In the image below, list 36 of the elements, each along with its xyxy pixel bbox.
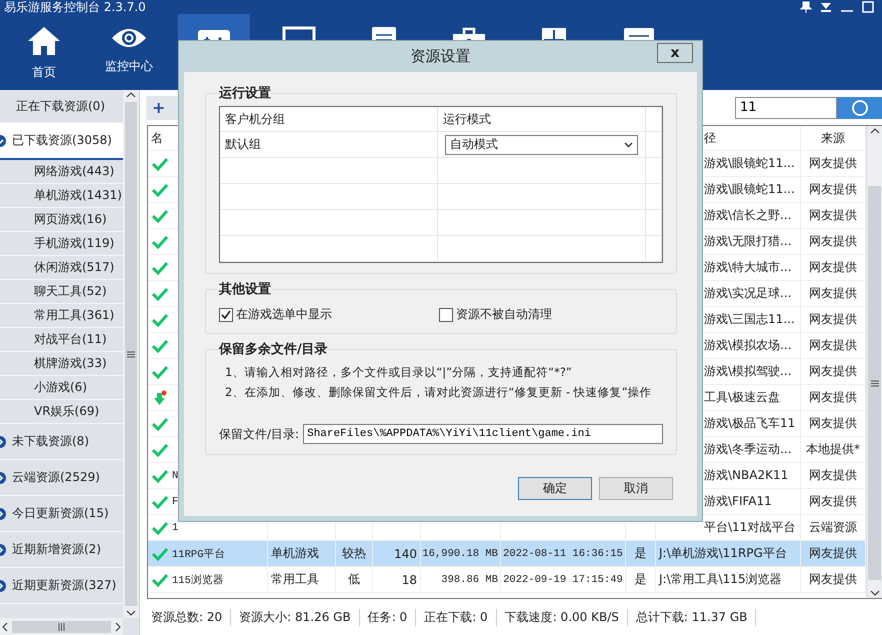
status-text: 任务: 0 xyxy=(360,608,416,626)
table-cell: 是 xyxy=(626,541,656,566)
status-text: 总计下载: 11.37 GB xyxy=(628,608,756,626)
table-cell: 16,990.18 MB xyxy=(421,541,501,566)
table-cell: 默认组 xyxy=(220,132,438,158)
column-header: 运行模式 xyxy=(438,107,646,132)
status-text: 下载速度: 0.00 KB/S xyxy=(496,608,628,626)
table-cell: 低 xyxy=(336,567,373,592)
table-cell: J:\常用工具\115浏览器 xyxy=(656,567,801,592)
table-cell: 2022-09-19 17:15:49 xyxy=(501,567,626,592)
status-text: 资源大小: 81.26 GB xyxy=(231,608,360,626)
group-title: 运行设置 xyxy=(219,85,271,102)
table-cell: 常用工具 xyxy=(268,567,336,592)
table-cell: 2022-08-11 16:36:15 xyxy=(501,541,626,566)
table-cell: 是 xyxy=(626,567,656,592)
status-text: 正在下载: 0 xyxy=(416,608,497,626)
table-cell: 较热 xyxy=(336,541,373,566)
table-cell: 140 xyxy=(373,541,421,566)
table-cell: F xyxy=(172,496,178,508)
table-cell: J:\单机游戏\11RPG平台 xyxy=(656,541,801,566)
group-title: 其他设置 xyxy=(219,281,271,298)
note-text: 2、在添加、修改、删除保留文件后，请对此资源进行“修复更新 - 快速修复”操作 xyxy=(224,384,653,401)
status-text: 资源总数: 20 xyxy=(147,608,232,626)
table-cell-text: 115浏览器 xyxy=(172,573,224,586)
table-cell: 单机游戏 xyxy=(268,541,336,566)
table-cell: N xyxy=(172,470,178,482)
table-cell-text: 11RPG平台 xyxy=(172,548,226,560)
table-cell: 1 xyxy=(172,522,178,534)
dialog-title: 资源设置 xyxy=(410,47,470,66)
table-cell: 398.86 MB xyxy=(421,567,501,592)
note-text: 1、请输入相对路径，多个文件或目录以“|”分隔，支持通配符“*?” xyxy=(224,364,573,381)
column-header: 客户机分组 xyxy=(220,107,438,132)
group-title: 保留多余文件/目录 xyxy=(219,340,328,358)
table-cell: 18 xyxy=(373,567,421,592)
window-title: 易乐游服务控制台 2.3.7.0 xyxy=(4,1,146,13)
field-label: 保留文件/目录: xyxy=(219,426,300,442)
